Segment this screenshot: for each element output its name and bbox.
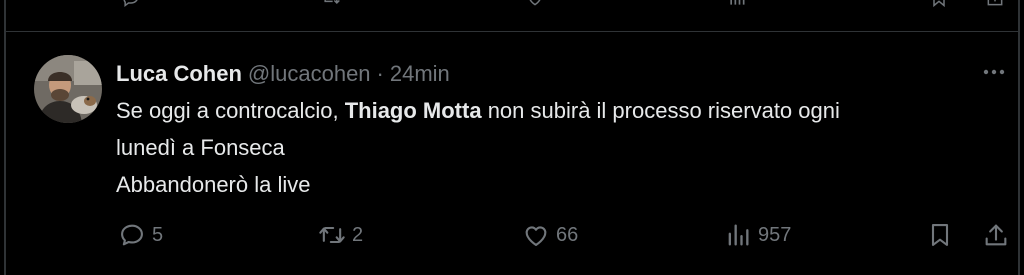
tweet-text-bold-mention: Thiago Motta (344, 98, 482, 123)
reply-count: 5 (152, 223, 164, 246)
tweet-text-line-3: Abbandonerò la live (116, 172, 311, 197)
bookmark-icon[interactable] (926, 0, 952, 8)
like-count: 66 (556, 223, 579, 246)
tweet-text: Se oggi a controcalcio, Thiago Motta non… (116, 92, 996, 203)
bookmark-button[interactable] (926, 218, 954, 252)
share-button[interactable] (982, 218, 1010, 252)
display-name[interactable]: Luca Cohen (116, 61, 242, 87)
reply-bubble-icon[interactable] (118, 0, 144, 8)
retweet-count: 2 (352, 223, 364, 246)
heart-icon (522, 221, 550, 249)
share-upload-icon[interactable] (982, 0, 1008, 8)
user-handle[interactable]: @lucacohen (248, 61, 371, 87)
previous-tweet-action-bar (0, 0, 1024, 30)
tweet-text-line-1: Se oggi a controcalcio, Thiago Motta non… (116, 92, 996, 129)
reply-bubble-icon (118, 221, 146, 249)
tweet-header: Luca Cohen @lucacohen · 24min (116, 60, 450, 88)
retweet-arrows-icon[interactable] (318, 0, 344, 8)
tweet-text-segment: Se oggi a controcalcio, (116, 98, 345, 123)
like-button[interactable]: 66 (522, 218, 578, 252)
views-count: 957 (758, 223, 792, 246)
tweet-text-line-2: lunedì a Fonseca (116, 135, 285, 160)
tweet-divider (5, 31, 1019, 32)
tweet-text-segment: non subirà il processo riservato ogni (481, 98, 840, 123)
retweet-arrows-icon (318, 221, 346, 249)
avatar[interactable] (34, 55, 102, 123)
views-button[interactable]: 957 (724, 218, 791, 252)
share-upload-icon (982, 221, 1010, 249)
timeline-border-left (4, 0, 6, 275)
heart-icon[interactable] (522, 0, 548, 8)
reply-button[interactable]: 5 (118, 218, 163, 252)
more-dots-icon[interactable] (980, 64, 1008, 80)
header-separator: · (376, 61, 384, 86)
timestamp[interactable]: 24min (390, 61, 450, 87)
timeline-border-right (1018, 0, 1020, 275)
bookmark-icon (926, 221, 954, 249)
bar-chart-icon (724, 221, 752, 249)
bar-chart-icon[interactable] (724, 0, 750, 8)
retweet-button[interactable]: 2 (318, 218, 363, 252)
